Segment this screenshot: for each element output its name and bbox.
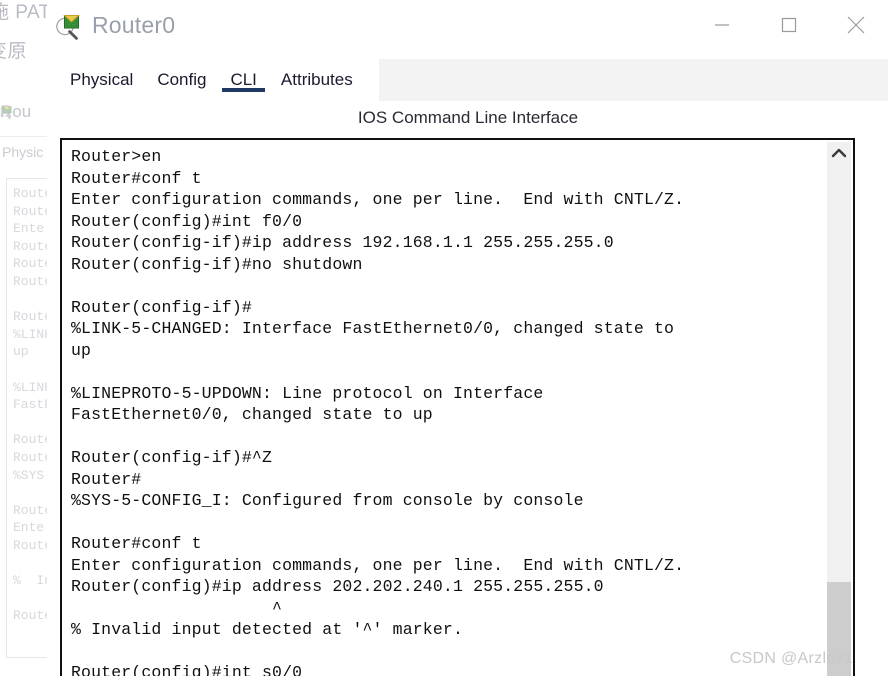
packet-tracer-router-icon	[56, 14, 84, 40]
tab-config-label: Config	[157, 70, 207, 89]
close-icon	[843, 12, 869, 38]
scrollbar-up-button[interactable]	[827, 142, 851, 168]
tab-list: Physical Config CLI Attributes	[48, 59, 379, 101]
cli-scrollbar[interactable]	[827, 142, 851, 676]
scrollbar-thumb[interactable]	[827, 582, 851, 676]
tab-attributes-label: Attributes	[280, 70, 353, 89]
router0-window: Router0 Physical Config CLI Attributes I…	[47, 0, 889, 686]
background-tab-physical[interactable]: Physic	[2, 144, 43, 160]
tab-cli[interactable]: CLI	[218, 59, 268, 101]
maximize-button[interactable]	[755, 0, 822, 50]
cli-terminal[interactable]: Router>en Router#conf t Enter configurat…	[60, 138, 855, 676]
screen-root: 施 PAT 变原 Rou Physic Route Route Ente Rou…	[0, 0, 889, 686]
tab-physical-label: Physical	[70, 70, 134, 89]
close-button[interactable]	[822, 0, 889, 50]
background-window-title: Rou	[0, 102, 32, 121]
chevron-up-icon	[830, 146, 848, 165]
tab-cli-label: CLI	[230, 70, 257, 89]
cli-header-label: IOS Command Line Interface	[357, 108, 579, 127]
background-text-fragment-second: 变原	[0, 41, 28, 62]
cli-terminal-text: Router>en Router#conf t Enter configurat…	[71, 147, 685, 676]
tab-attributes[interactable]: Attributes	[269, 59, 365, 101]
tab-bar: Physical Config CLI Attributes	[48, 59, 888, 101]
tab-physical[interactable]: Physical	[58, 59, 145, 101]
maximize-icon	[778, 14, 800, 36]
window-title: Router0	[92, 12, 176, 38]
minimize-icon	[711, 14, 733, 36]
window-titlebar[interactable]: Router0	[47, 0, 889, 59]
cli-header: IOS Command Line Interface	[47, 101, 889, 138]
minimize-button[interactable]	[688, 0, 755, 50]
background-text-fragment-top: 施 PAT	[0, 2, 51, 23]
window-controls	[688, 0, 889, 50]
tab-config[interactable]: Config	[145, 59, 218, 101]
